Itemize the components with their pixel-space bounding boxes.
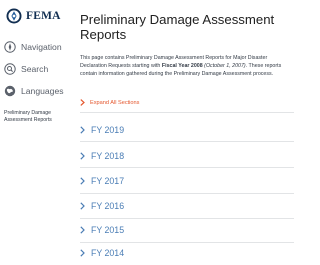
sidebar: FEMA Navigation Search Languages Prelimi… <box>0 0 70 265</box>
accordion-label: FY 2018 <box>91 151 125 161</box>
divider <box>80 218 294 219</box>
chevron-right-icon <box>80 152 85 160</box>
divider <box>80 193 294 194</box>
sidebar-item-search[interactable]: Search <box>4 63 48 75</box>
accordion-fy-2018[interactable]: FY 2018 <box>80 146 294 166</box>
chevron-right-icon <box>80 177 85 185</box>
accordion-label: FY 2016 <box>91 201 125 211</box>
accordion-label: FY 2019 <box>91 125 125 135</box>
accordion-fy-2014[interactable]: FY 2014 <box>80 243 294 263</box>
page: FEMA Navigation Search Languages Prelimi… <box>0 0 300 265</box>
navigation-icon <box>4 41 16 53</box>
fema-logo[interactable]: FEMA <box>6 8 61 24</box>
intro-paragraph: This page contains Preliminary Damage As… <box>80 54 292 78</box>
chevron-right-icon <box>80 202 85 210</box>
search-icon <box>4 63 16 75</box>
divider <box>80 141 294 142</box>
sidebar-item-label: Languages <box>21 86 64 96</box>
sidebar-current-page-link[interactable]: Preliminary Damage Assessment Reports <box>4 110 68 123</box>
sidebar-item-label: Navigation <box>21 42 62 52</box>
accordion-label: FY 2017 <box>91 176 125 186</box>
chevron-right-icon <box>80 226 85 234</box>
chevron-right-icon <box>80 249 85 257</box>
intro-italic-text: (October 1, 2007) <box>202 63 246 69</box>
accordion-fy-2019[interactable]: FY 2019 <box>80 120 294 140</box>
accordion-fy-2015[interactable]: FY 2015 <box>80 220 294 240</box>
accordion-fy-2017[interactable]: FY 2017 <box>80 171 294 191</box>
accordion-label: FY 2014 <box>91 248 125 258</box>
chevron-right-icon <box>80 99 85 106</box>
divider <box>80 167 294 168</box>
accordion-label: FY 2015 <box>91 225 125 235</box>
sidebar-item-navigation[interactable]: Navigation <box>4 41 62 53</box>
accordion-fy-2016[interactable]: FY 2016 <box>80 196 294 216</box>
languages-icon <box>4 85 16 97</box>
divider <box>80 112 294 113</box>
expand-all-label: Expand All Sections <box>90 99 140 106</box>
chevron-right-icon <box>80 126 85 134</box>
intro-bold-text: Fiscal Year 2008 <box>161 63 203 69</box>
sidebar-item-label: Search <box>21 64 49 74</box>
fema-logo-text: FEMA <box>26 10 61 22</box>
fema-seal-icon <box>6 8 22 24</box>
page-title: Preliminary Damage Assessment Reports <box>80 12 275 42</box>
expand-all-button[interactable]: Expand All Sections <box>80 99 139 106</box>
sidebar-item-languages[interactable]: Languages <box>4 85 64 97</box>
